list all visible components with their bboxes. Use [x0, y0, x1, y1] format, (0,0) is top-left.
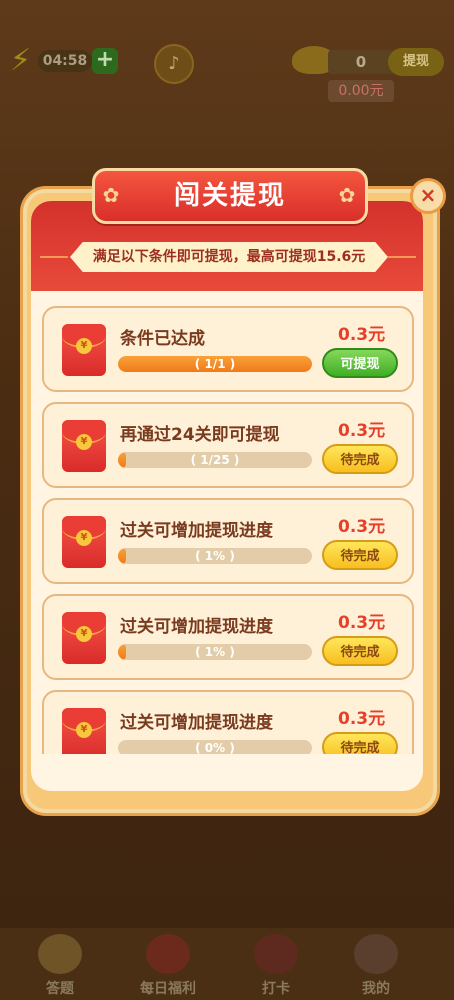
- nav-item-profile[interactable]: 我的: [336, 934, 416, 998]
- nav-item-daily-welfare[interactable]: 每日福利: [128, 934, 208, 998]
- add-energy-button[interactable]: +: [92, 48, 118, 74]
- red-envelope-icon: ¥: [62, 420, 106, 472]
- task-amount: 0.3元: [338, 421, 386, 441]
- task-progress-bar: ( 0% ): [118, 740, 312, 754]
- nav-item-quiz[interactable]: 答题: [20, 934, 100, 998]
- gift-icon: [146, 934, 190, 974]
- profile-icon: [354, 934, 398, 974]
- task-card: ¥ 过关可增加提现进度 0.3元 ( 1% ) 待完成: [42, 594, 414, 680]
- progress-text: ( 1% ): [195, 549, 235, 563]
- nav-item-checkin[interactable]: 打卡: [236, 934, 316, 998]
- task-card: ¥ 过关可增加提现进度 0.3元 ( 1% ) 待完成: [42, 498, 414, 584]
- pending-button[interactable]: 待完成: [322, 444, 398, 474]
- divider: [40, 256, 68, 258]
- withdraw-now-button[interactable]: 可提现: [322, 348, 398, 378]
- modal-title: 闯关提现: [173, 181, 286, 211]
- task-title: 过关可增加提现进度: [120, 521, 273, 541]
- withdraw-button[interactable]: 提现: [388, 48, 444, 76]
- coin-count: 0: [328, 50, 394, 74]
- top-bar: ⚡ 04:58 + ♪ 0 提现 0.00元: [0, 0, 454, 110]
- modal-title-plaque: ✿ 闯关提现 ✿: [92, 168, 368, 224]
- task-progress-bar: ( 1% ): [118, 548, 312, 564]
- task-title: 过关可增加提现进度: [120, 617, 273, 637]
- task-list[interactable]: ¥ 条件已达成 0.3元 ( 1/1 ) 可提现 ¥ 再通过24关即可提现 0.…: [42, 306, 414, 754]
- checkin-icon: [254, 934, 298, 974]
- task-card: ¥ 条件已达成 0.3元 ( 1/1 ) 可提现: [42, 306, 414, 392]
- lightning-icon: ⚡: [10, 43, 32, 78]
- progress-text: ( 1/1 ): [194, 357, 236, 371]
- task-amount: 0.3元: [338, 709, 386, 729]
- energy-widget: ⚡ 04:58 +: [10, 43, 118, 78]
- task-title: 再通过24关即可提现: [120, 425, 280, 445]
- task-card: ¥ 过关可增加提现进度 0.3元 ( 0% ) 待完成: [42, 690, 414, 754]
- red-envelope-icon: ¥: [62, 516, 106, 568]
- divider: [388, 256, 416, 258]
- red-envelope-icon: ¥: [62, 612, 106, 664]
- music-note-icon[interactable]: ♪: [154, 44, 194, 84]
- pending-button[interactable]: 待完成: [322, 636, 398, 666]
- quiz-icon: [38, 934, 82, 974]
- red-envelope-icon: ¥: [62, 324, 106, 376]
- task-progress-bar: ( 1/1 ): [118, 356, 312, 372]
- progress-text: ( 0% ): [195, 741, 235, 754]
- progress-text: ( 1% ): [195, 645, 235, 659]
- pending-button[interactable]: 待完成: [322, 540, 398, 570]
- nav-label: 答题: [46, 981, 74, 997]
- task-progress-bar: ( 1% ): [118, 644, 312, 660]
- red-envelope-icon: ¥: [62, 708, 106, 754]
- money-balance: 0.00元: [328, 80, 394, 102]
- pending-button[interactable]: 待完成: [322, 732, 398, 754]
- task-progress-bar: ( 1/25 ): [118, 452, 312, 468]
- task-card: ¥ 再通过24关即可提现 0.3元 ( 1/25 ) 待完成: [42, 402, 414, 488]
- energy-timer: 04:58: [38, 50, 92, 72]
- nav-label: 打卡: [262, 981, 290, 997]
- progress-text: ( 1/25 ): [190, 453, 240, 467]
- nav-label: 每日福利: [140, 981, 196, 997]
- close-button[interactable]: ×: [410, 178, 446, 214]
- task-title: 条件已达成: [120, 329, 205, 349]
- nav-label: 我的: [362, 981, 390, 997]
- cloud-ornament-icon: ✿: [102, 183, 122, 207]
- task-title: 过关可增加提现进度: [120, 713, 273, 733]
- task-amount: 0.3元: [338, 325, 386, 345]
- cloud-ornament-icon: ✿: [338, 183, 358, 207]
- task-amount: 0.3元: [338, 613, 386, 633]
- modal-subtitle: 满足以下条件即可提现，最高可提现15.6元: [70, 242, 388, 272]
- bottom-nav: 答题 每日福利 打卡 我的: [0, 928, 454, 1000]
- task-amount: 0.3元: [338, 517, 386, 537]
